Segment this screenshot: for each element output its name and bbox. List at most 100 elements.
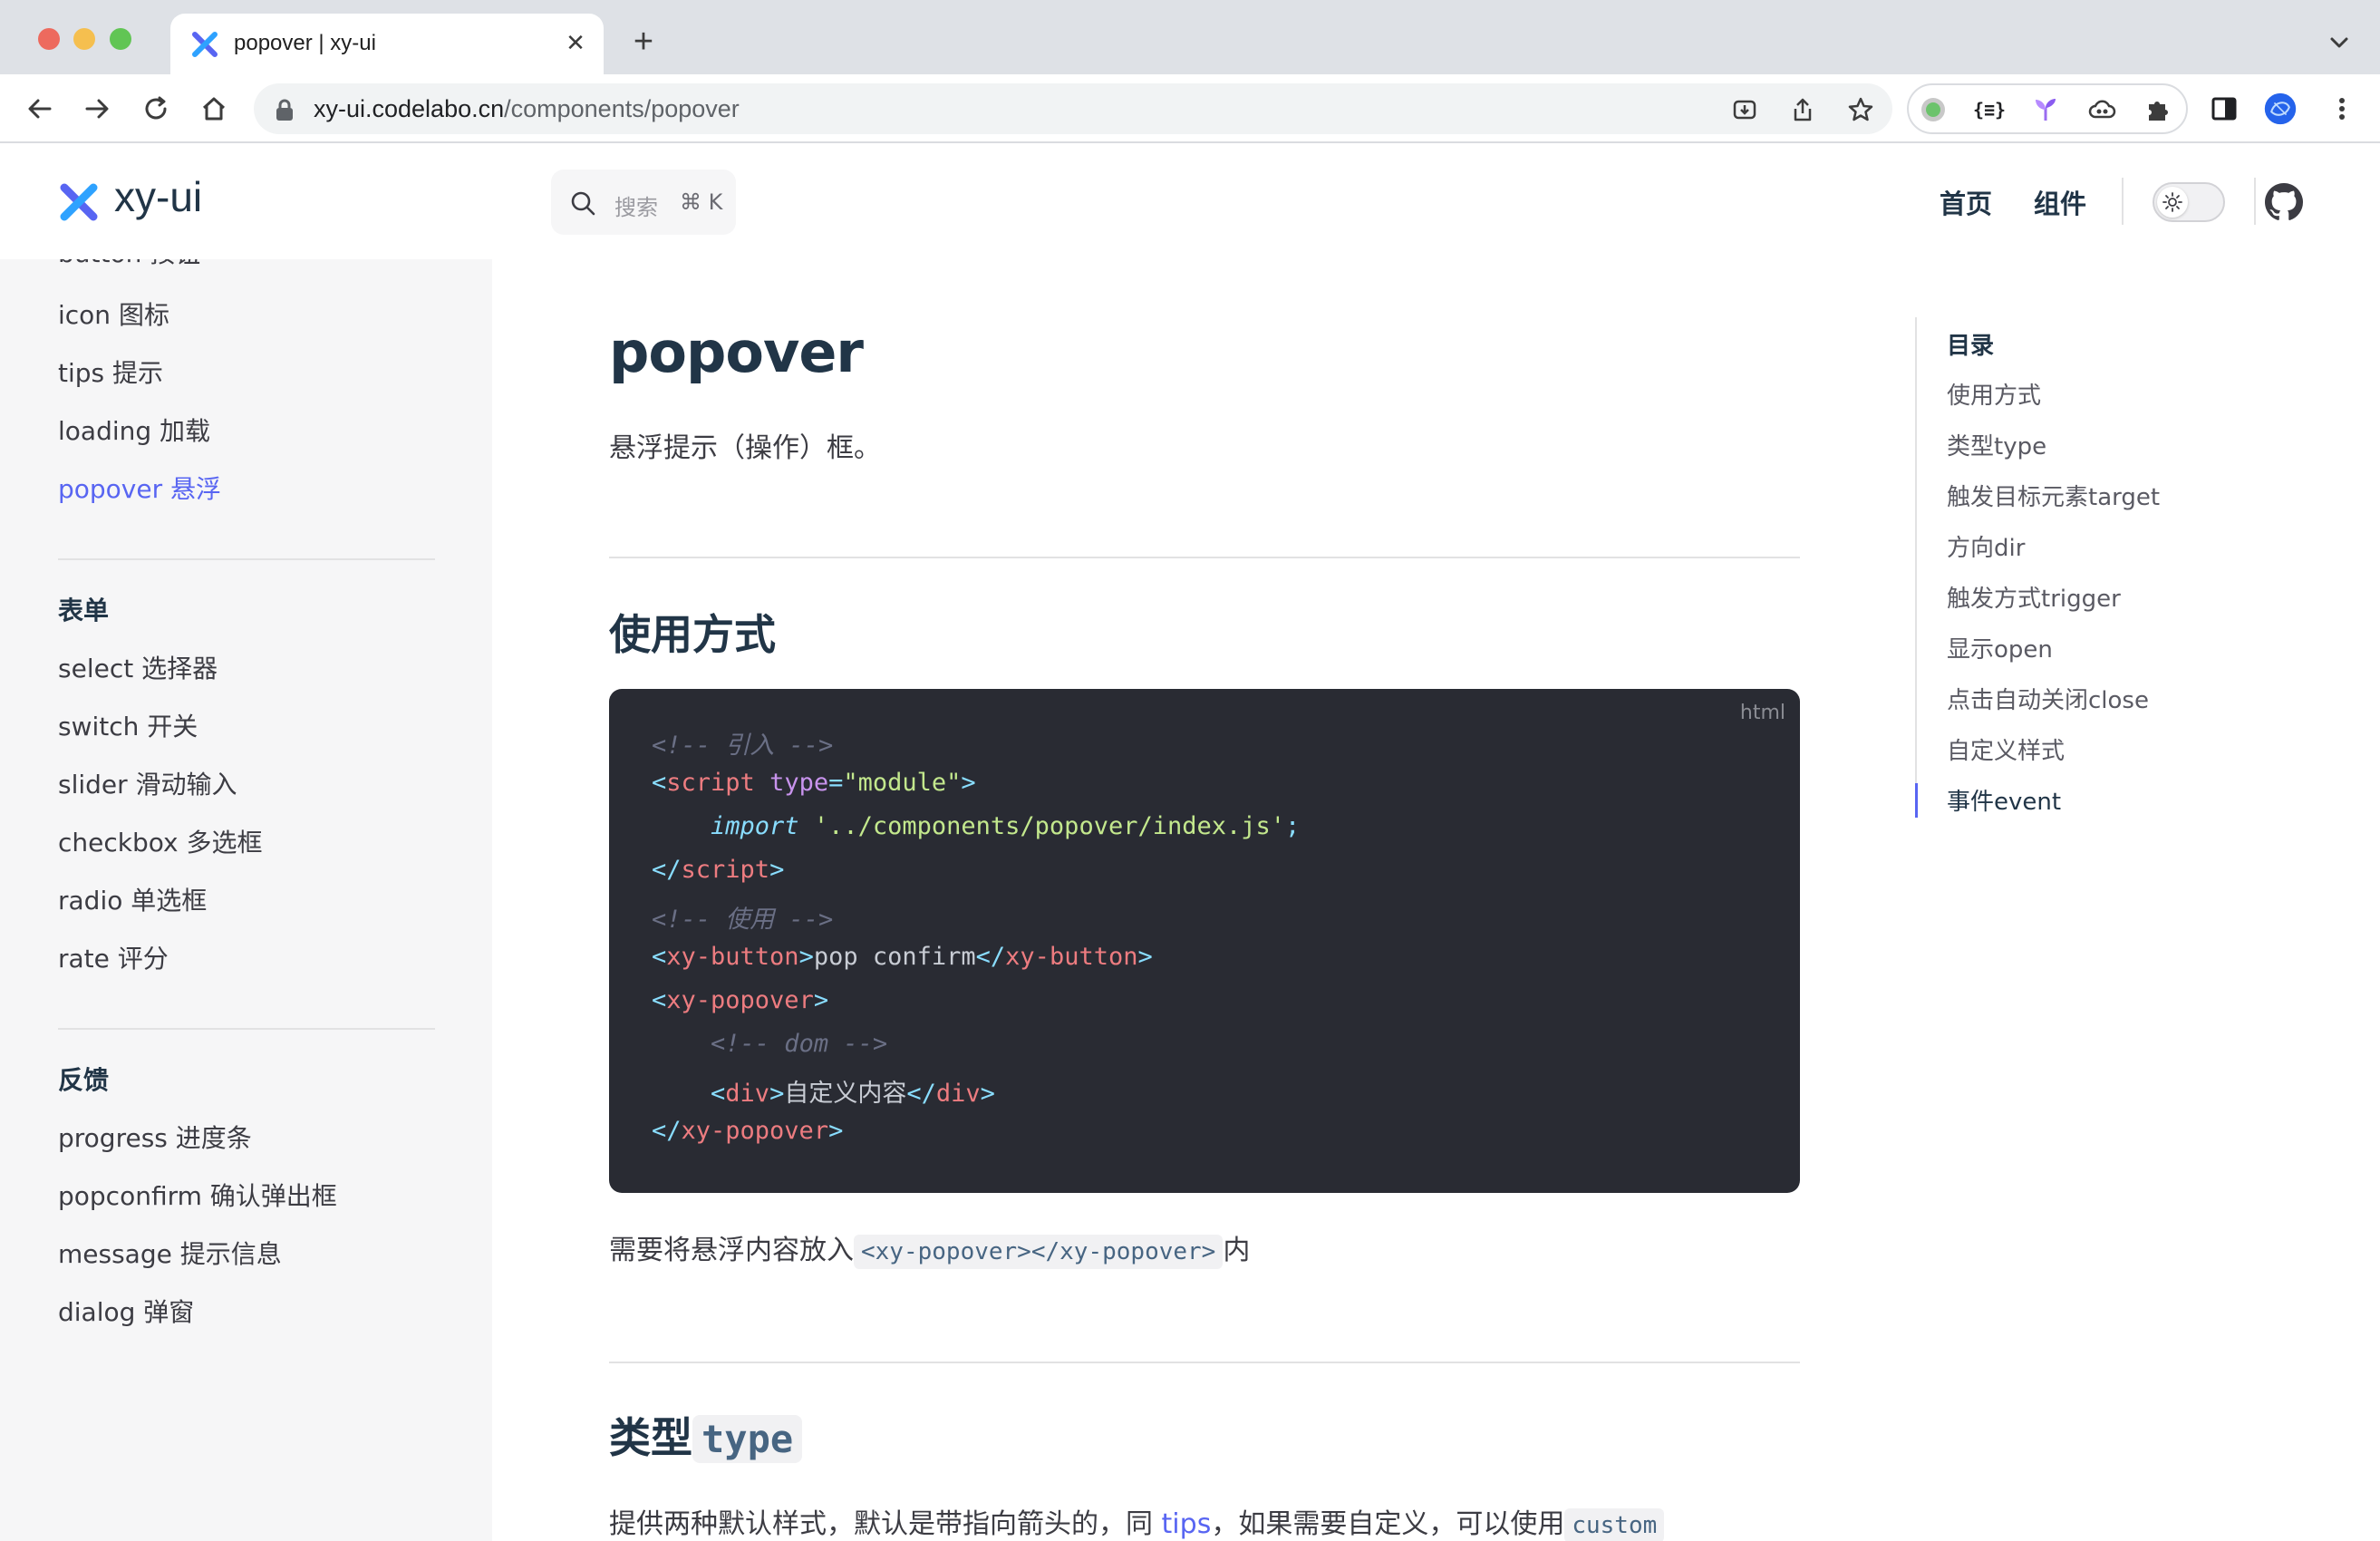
sidebar-item-select[interactable]: select 选择器	[58, 649, 218, 685]
sidebar-item-radio[interactable]: radio 单选框	[58, 881, 207, 917]
inline-code: <xy-popover></xy-popover>	[854, 1235, 1224, 1269]
tab-search-chevron-icon[interactable]	[2326, 29, 2353, 56]
inline-code: custom	[1564, 1508, 1665, 1541]
forward-icon	[85, 99, 109, 119]
toc-item[interactable]: 触发方式trigger	[1947, 580, 2121, 614]
extensions-puzzle-icon	[2149, 102, 2168, 121]
sidebar-item-slider[interactable]: slider 滑动输入	[58, 765, 237, 801]
browser-tab-active[interactable]: popover | xy-ui ✕	[170, 14, 604, 74]
reload-icon	[145, 96, 167, 120]
window-minimize-button[interactable]	[73, 28, 95, 50]
theme-toggle[interactable]	[2153, 182, 2225, 222]
extension-cloud-button[interactable]	[2086, 94, 2117, 125]
brand-header[interactable]: xy-ui	[0, 145, 492, 259]
github-icon[interactable]	[2265, 183, 2303, 221]
toc-item[interactable]: 触发目标元素target	[1947, 479, 2160, 512]
forward-button[interactable]	[79, 91, 115, 127]
side-panel-button[interactable]	[2208, 92, 2240, 125]
kebab-menu-icon	[2339, 98, 2345, 120]
inline-code: type	[692, 1415, 803, 1463]
share-button[interactable]	[1787, 94, 1818, 125]
url-text: xy-ui.codelabo.cn/components/popover	[314, 95, 740, 122]
tab-title: popover | xy-ui	[234, 31, 376, 55]
install-icon	[1733, 100, 1756, 120]
sidebar-item-switch[interactable]: switch 开关	[58, 707, 198, 743]
sidebar-item-loading[interactable]: loading 加载	[58, 412, 210, 448]
sidebar-group-form-title: 表单	[58, 596, 110, 625]
home-button[interactable]	[196, 91, 232, 127]
install-button[interactable]	[1729, 94, 1760, 125]
sun-icon	[2162, 192, 2182, 212]
usage-note: 需要将悬浮内容放入 <xy-popover></xy-popover> 内	[609, 1227, 1250, 1269]
toc-item-active[interactable]: 事件event	[1947, 783, 2061, 817]
code-line: import '../components/popover/index.js';	[711, 812, 1301, 840]
extensions-button[interactable]	[2143, 94, 2173, 125]
nav-home-link[interactable]: 首页	[1940, 183, 1992, 221]
toc-item[interactable]: 类型type	[1947, 428, 2046, 461]
toc-item[interactable]: 方向dir	[1947, 529, 2025, 563]
section-heading-type: 类型 type	[609, 1405, 803, 1465]
sidebar-item-popconfirm[interactable]: popconfirm 确认弹出框	[58, 1177, 337, 1213]
code-language-label: html	[1739, 702, 1785, 724]
toc-item[interactable]: 点击自动关闭close	[1947, 682, 2149, 715]
sidebar-item-tips[interactable]: tips 提示	[58, 354, 163, 390]
section-divider	[609, 557, 1800, 558]
window-zoom-button[interactable]	[110, 28, 131, 50]
reload-button[interactable]	[138, 91, 174, 127]
sidebar-item-progress[interactable]: progress 进度条	[58, 1119, 252, 1155]
nav-divider	[2254, 178, 2256, 225]
sidebar-item-popover[interactable]: popover 悬浮	[58, 470, 221, 506]
search-shortcut: ⌘ K	[680, 189, 723, 215]
extension-green-dot-button[interactable]	[1918, 94, 1949, 125]
browser-toolbar: xy-ui.codelabo.cn/components/popover {≡}	[0, 74, 2380, 143]
bookmark-star-icon	[1848, 97, 1873, 121]
code-line: <xy-popover>	[652, 986, 829, 1014]
code-block: html <!-- 引入 --> <script type="module"> …	[609, 689, 1800, 1193]
address-bar[interactable]: xy-ui.codelabo.cn/components/popover	[254, 83, 1892, 134]
browser-menu-button[interactable]	[2326, 92, 2358, 125]
extension-green-dot-icon	[1921, 98, 1945, 121]
window-close-button[interactable]	[38, 28, 60, 50]
new-tab-button[interactable]: +	[625, 24, 662, 62]
back-button[interactable]	[22, 91, 58, 127]
extension-json-icon[interactable]: {≡}	[1973, 94, 2006, 125]
nav-components-link[interactable]: 组件	[2034, 183, 2086, 221]
profile-button[interactable]	[2264, 92, 2297, 125]
sidebar-divider	[58, 558, 435, 560]
extension-sprout-icon	[2036, 99, 2056, 121]
bookmark-button[interactable]	[1845, 94, 1876, 125]
code-line: </script>	[652, 856, 785, 884]
sidebar-item-message[interactable]: message 提示信息	[58, 1235, 282, 1271]
toc-item[interactable]: 自定义样式	[1947, 732, 2065, 766]
toc-item[interactable]: 显示open	[1947, 631, 2053, 664]
code-line: <script type="module">	[652, 769, 976, 797]
tab-close-icon[interactable]: ✕	[562, 30, 589, 57]
sidebar-item-rate[interactable]: rate 评分	[58, 939, 169, 975]
search-button[interactable]: 搜索 ⌘ K	[551, 170, 736, 235]
extension-cloud-icon	[2088, 100, 2116, 119]
sidebar-item-dialog[interactable]: dialog 弹窗	[58, 1293, 194, 1329]
toc-active-marker	[1915, 783, 1918, 818]
theme-toggle-knob	[2157, 187, 2188, 218]
extension-sprout-button[interactable]	[2030, 94, 2061, 125]
side-panel-icon	[2211, 97, 2237, 121]
table-of-contents: 目录 使用方式 类型type 触发目标元素target 方向dir 触发方式tr…	[1915, 317, 2314, 821]
extensions-group: {≡}	[1907, 83, 2188, 134]
code-line: <!-- 使用 -->	[652, 906, 834, 934]
home-icon	[202, 97, 226, 121]
code-line: </xy-popover>	[652, 1117, 844, 1145]
sidebar-item-checkbox[interactable]: checkbox 多选框	[58, 823, 263, 859]
nav-divider	[2122, 178, 2124, 225]
toc-item[interactable]: 使用方式	[1947, 377, 2041, 411]
section-divider	[609, 1362, 1800, 1363]
code-line: <div>自定义内容</div>	[711, 1080, 995, 1108]
lock-icon[interactable]	[274, 98, 295, 121]
tips-link[interactable]: tips	[1162, 1508, 1212, 1540]
site-top-nav: 搜索 ⌘ K 首页 组件	[492, 145, 2380, 259]
brand-name: xy-ui	[114, 173, 203, 220]
sidebar-group-feedback-title: 反馈	[58, 1065, 110, 1095]
xy-ui-logo-icon	[60, 183, 98, 221]
toc-track	[1915, 317, 1917, 818]
code-line: <xy-button>pop confirm</xy-button>	[652, 943, 1153, 971]
sidebar-item-icon[interactable]: icon 图标	[58, 296, 169, 332]
